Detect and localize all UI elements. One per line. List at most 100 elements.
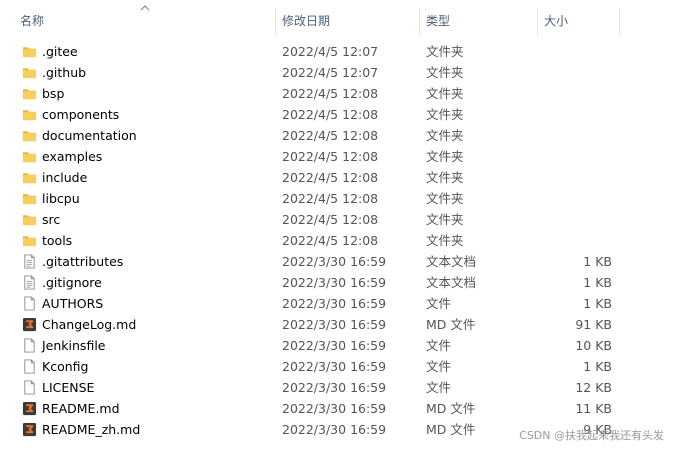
file-icon <box>22 359 37 374</box>
file-name: libcpu <box>42 191 80 206</box>
column-header-size-label: 大小 <box>544 14 569 28</box>
file-size: 10 KB <box>575 338 612 353</box>
file-type: 文本文档 <box>426 254 477 269</box>
file-modified-date: 2022/4/5 12:08 <box>282 170 379 185</box>
file-icon <box>22 338 37 353</box>
file-icon <box>22 296 37 311</box>
file-name: ChangeLog.md <box>42 317 137 332</box>
file-name: Kconfig <box>42 359 89 374</box>
file-size: 11 KB <box>575 401 612 416</box>
file-row[interactable]: include 2022/4/5 12:08 文件夹 <box>0 167 678 188</box>
file-modified-date: 2022/3/30 16:59 <box>282 422 387 437</box>
file-modified-date: 2022/4/5 12:08 <box>282 86 379 101</box>
file-name: LICENSE <box>42 380 95 395</box>
file-modified-date: 2022/4/5 12:08 <box>282 191 379 206</box>
file-row[interactable]: LICENSE 2022/3/30 16:59 文件 12 KB <box>0 377 678 398</box>
file-modified-date: 2022/4/5 12:08 <box>282 212 379 227</box>
file-list: .gitee 2022/4/5 12:07 文件夹 .github 2022/4/5 1… <box>0 41 678 440</box>
file-size: 1 KB <box>583 359 612 374</box>
file-row[interactable]: AUTHORS 2022/3/30 16:59 文件 1 KB <box>0 293 678 314</box>
file-type: 文件夹 <box>426 191 464 206</box>
file-size: 1 KB <box>583 275 612 290</box>
file-row[interactable]: tools 2022/4/5 12:08 文件夹 <box>0 230 678 251</box>
markdown-file-icon <box>22 401 37 416</box>
file-type: 文件夹 <box>426 128 464 143</box>
file-row[interactable]: .github 2022/4/5 12:07 文件夹 <box>0 62 678 83</box>
file-type: 文件夹 <box>426 149 464 164</box>
file-row[interactable]: bsp 2022/4/5 12:08 文件夹 <box>0 83 678 104</box>
folder-icon <box>22 44 37 59</box>
file-type: 文件 <box>426 359 452 374</box>
markdown-file-icon <box>22 317 37 332</box>
file-modified-date: 2022/4/5 12:08 <box>282 233 379 248</box>
file-row[interactable]: .gitee 2022/4/5 12:07 文件夹 <box>0 41 678 62</box>
file-modified-date: 2022/4/5 12:08 <box>282 107 379 122</box>
file-row[interactable]: src 2022/4/5 12:08 文件夹 <box>0 209 678 230</box>
file-name: .gitattributes <box>42 254 124 269</box>
file-type: 文件 <box>426 338 452 353</box>
column-header-date-label: 修改日期 <box>282 14 331 28</box>
file-name: components <box>42 107 120 122</box>
file-row[interactable]: Jenkinsfile 2022/3/30 16:59 文件 10 KB <box>0 335 678 356</box>
column-header-date[interactable]: 修改日期 <box>276 0 420 40</box>
file-type: 文件夹 <box>426 65 464 80</box>
file-modified-date: 2022/4/5 12:07 <box>282 65 379 80</box>
file-modified-date: 2022/3/30 16:59 <box>282 254 387 269</box>
watermark-text: CSDN @扶我起来我还有头发 <box>519 429 664 442</box>
file-row[interactable]: components 2022/4/5 12:08 文件夹 <box>0 104 678 125</box>
text-document-icon <box>22 275 37 290</box>
file-row[interactable]: ChangeLog.md 2022/3/30 16:59 MD 文件 91 KB <box>0 314 678 335</box>
file-size: 12 KB <box>575 380 612 395</box>
file-size: 1 KB <box>583 296 612 311</box>
file-modified-date: 2022/4/5 12:07 <box>282 44 379 59</box>
file-name: .gitee <box>42 44 78 59</box>
file-row[interactable]: Kconfig 2022/3/30 16:59 文件 1 KB <box>0 356 678 377</box>
file-row[interactable]: libcpu 2022/4/5 12:08 文件夹 <box>0 188 678 209</box>
column-header-type[interactable]: 类型 <box>420 0 538 40</box>
file-row[interactable]: documentation 2022/4/5 12:08 文件夹 <box>0 125 678 146</box>
file-row[interactable]: README.md 2022/3/30 16:59 MD 文件 11 KB <box>0 398 678 419</box>
folder-icon <box>22 170 37 185</box>
file-icon <box>22 380 37 395</box>
column-divider[interactable] <box>619 8 620 36</box>
file-row[interactable]: examples 2022/4/5 12:08 文件夹 <box>0 146 678 167</box>
sort-ascending-icon[interactable] <box>140 3 150 13</box>
file-name: README_zh.md <box>42 422 141 437</box>
file-modified-date: 2022/3/30 16:59 <box>282 359 387 374</box>
file-modified-date: 2022/3/30 16:59 <box>282 296 387 311</box>
file-type: 文件 <box>426 380 452 395</box>
file-name: README.md <box>42 401 120 416</box>
file-type: 文件 <box>426 296 452 311</box>
file-modified-date: 2022/3/30 16:59 <box>282 338 387 353</box>
file-modified-date: 2022/3/30 16:59 <box>282 317 387 332</box>
file-row[interactable]: .gitignore 2022/3/30 16:59 文本文档 1 KB <box>0 272 678 293</box>
folder-icon <box>22 107 37 122</box>
file-row[interactable]: .gitattributes 2022/3/30 16:59 文本文档 1 KB <box>0 251 678 272</box>
file-name: examples <box>42 149 103 164</box>
folder-icon <box>22 149 37 164</box>
file-modified-date: 2022/3/30 16:59 <box>282 401 387 416</box>
file-name: .gitignore <box>42 275 102 290</box>
folder-icon <box>22 212 37 227</box>
file-name: AUTHORS <box>42 296 104 311</box>
file-name: Jenkinsfile <box>42 338 106 353</box>
file-type: MD 文件 <box>426 422 476 437</box>
file-modified-date: 2022/4/5 12:08 <box>282 128 379 143</box>
file-type: MD 文件 <box>426 401 476 416</box>
file-modified-date: 2022/4/5 12:08 <box>282 149 379 164</box>
file-type: 文件夹 <box>426 44 464 59</box>
file-type: 文件夹 <box>426 233 464 248</box>
file-name: include <box>42 170 88 185</box>
folder-icon <box>22 86 37 101</box>
folder-icon <box>22 128 37 143</box>
file-type: MD 文件 <box>426 317 476 332</box>
column-header-name-label: 名称 <box>20 14 45 28</box>
column-header-bar: 名称 修改日期 类型 大小 <box>0 0 678 40</box>
folder-icon <box>22 191 37 206</box>
file-modified-date: 2022/3/30 16:59 <box>282 275 387 290</box>
folder-icon <box>22 233 37 248</box>
file-type: 文件夹 <box>426 86 464 101</box>
file-size: 91 KB <box>575 317 612 332</box>
column-header-size[interactable]: 大小 <box>538 0 620 40</box>
file-name: tools <box>42 233 73 248</box>
